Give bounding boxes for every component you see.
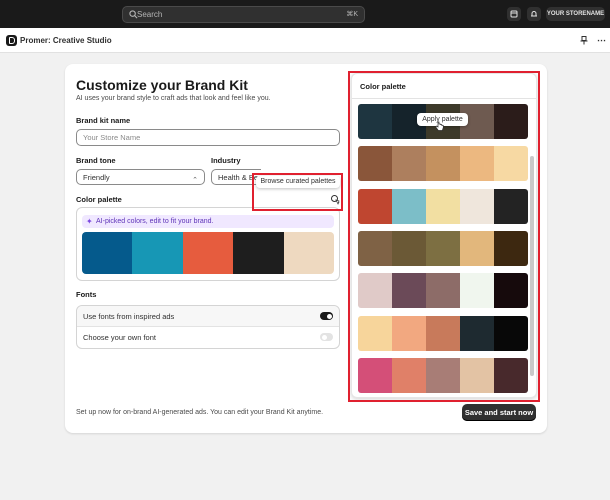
brand-tone-select[interactable]: Friendly ⌃ xyxy=(76,169,205,185)
color-palette-label: Color palette xyxy=(76,195,122,204)
font-option-custom-label: Choose your own font xyxy=(83,333,156,342)
current-palette-swatch[interactable] xyxy=(132,232,183,274)
font-inspired-toggle[interactable] xyxy=(320,312,333,320)
current-palette-swatches[interactable] xyxy=(82,232,334,274)
app-logo-icon xyxy=(6,35,17,46)
store-button[interactable] xyxy=(507,7,521,21)
search-input[interactable]: Search ⌘K xyxy=(122,6,365,23)
ai-banner-text: AI-picked colors, edit to fit your brand… xyxy=(96,218,214,225)
page-title: Customize your Brand Kit xyxy=(76,77,248,93)
font-option-inspired[interactable]: Use fonts from inspired ads xyxy=(77,306,339,327)
brand-kit-name-label: Brand kit name xyxy=(76,116,131,125)
highlight-browse-palettes xyxy=(252,173,343,211)
fonts-label: Fonts xyxy=(76,290,97,299)
ai-banner: ✦ AI-picked colors, edit to fit your bra… xyxy=(82,215,334,228)
store-icon xyxy=(510,10,518,18)
search-placeholder: Search xyxy=(137,10,163,19)
brand-kit-name-input[interactable]: Your Store Name xyxy=(76,129,340,146)
highlight-color-palette-panel xyxy=(348,71,540,402)
app-header: Promer: Creative Studio ⋯ xyxy=(0,28,610,53)
store-name-button[interactable]: YOUR STORENAME xyxy=(546,7,605,21)
font-option-custom[interactable]: Choose your own font xyxy=(77,327,339,348)
more-icon[interactable]: ⋯ xyxy=(597,35,606,46)
sparkle-icon: ✦ xyxy=(86,217,93,226)
page-subtitle: AI uses your brand style to craft ads th… xyxy=(76,95,271,102)
brand-tone-value: Friendly xyxy=(83,173,110,182)
fonts-options: Use fonts from inspired ads Choose your … xyxy=(76,305,340,349)
industry-label: Industry xyxy=(211,156,241,165)
font-custom-toggle[interactable] xyxy=(320,333,333,341)
admin-topbar: Search ⌘K YOUR STORENAME xyxy=(0,0,610,28)
notifications-button[interactable] xyxy=(527,7,541,21)
current-palette-swatch[interactable] xyxy=(82,232,133,274)
select-arrows-icon: ⌃ xyxy=(192,177,198,184)
save-and-start-button[interactable]: Save and start now xyxy=(462,404,536,421)
search-shortcut: ⌘K xyxy=(346,11,358,18)
current-palette-swatch[interactable] xyxy=(182,232,234,274)
current-palette-swatch[interactable] xyxy=(283,232,334,274)
bell-icon xyxy=(531,11,537,17)
footnote: Set up now for on-brand AI-generated ads… xyxy=(76,409,324,416)
current-palette-swatch[interactable] xyxy=(233,232,284,274)
brand-tone-label: Brand tone xyxy=(76,156,116,165)
pin-icon[interactable] xyxy=(580,36,588,45)
app-title: Promer: Creative Studio xyxy=(20,36,112,45)
font-option-inspired-label: Use fonts from inspired ads xyxy=(83,312,175,321)
